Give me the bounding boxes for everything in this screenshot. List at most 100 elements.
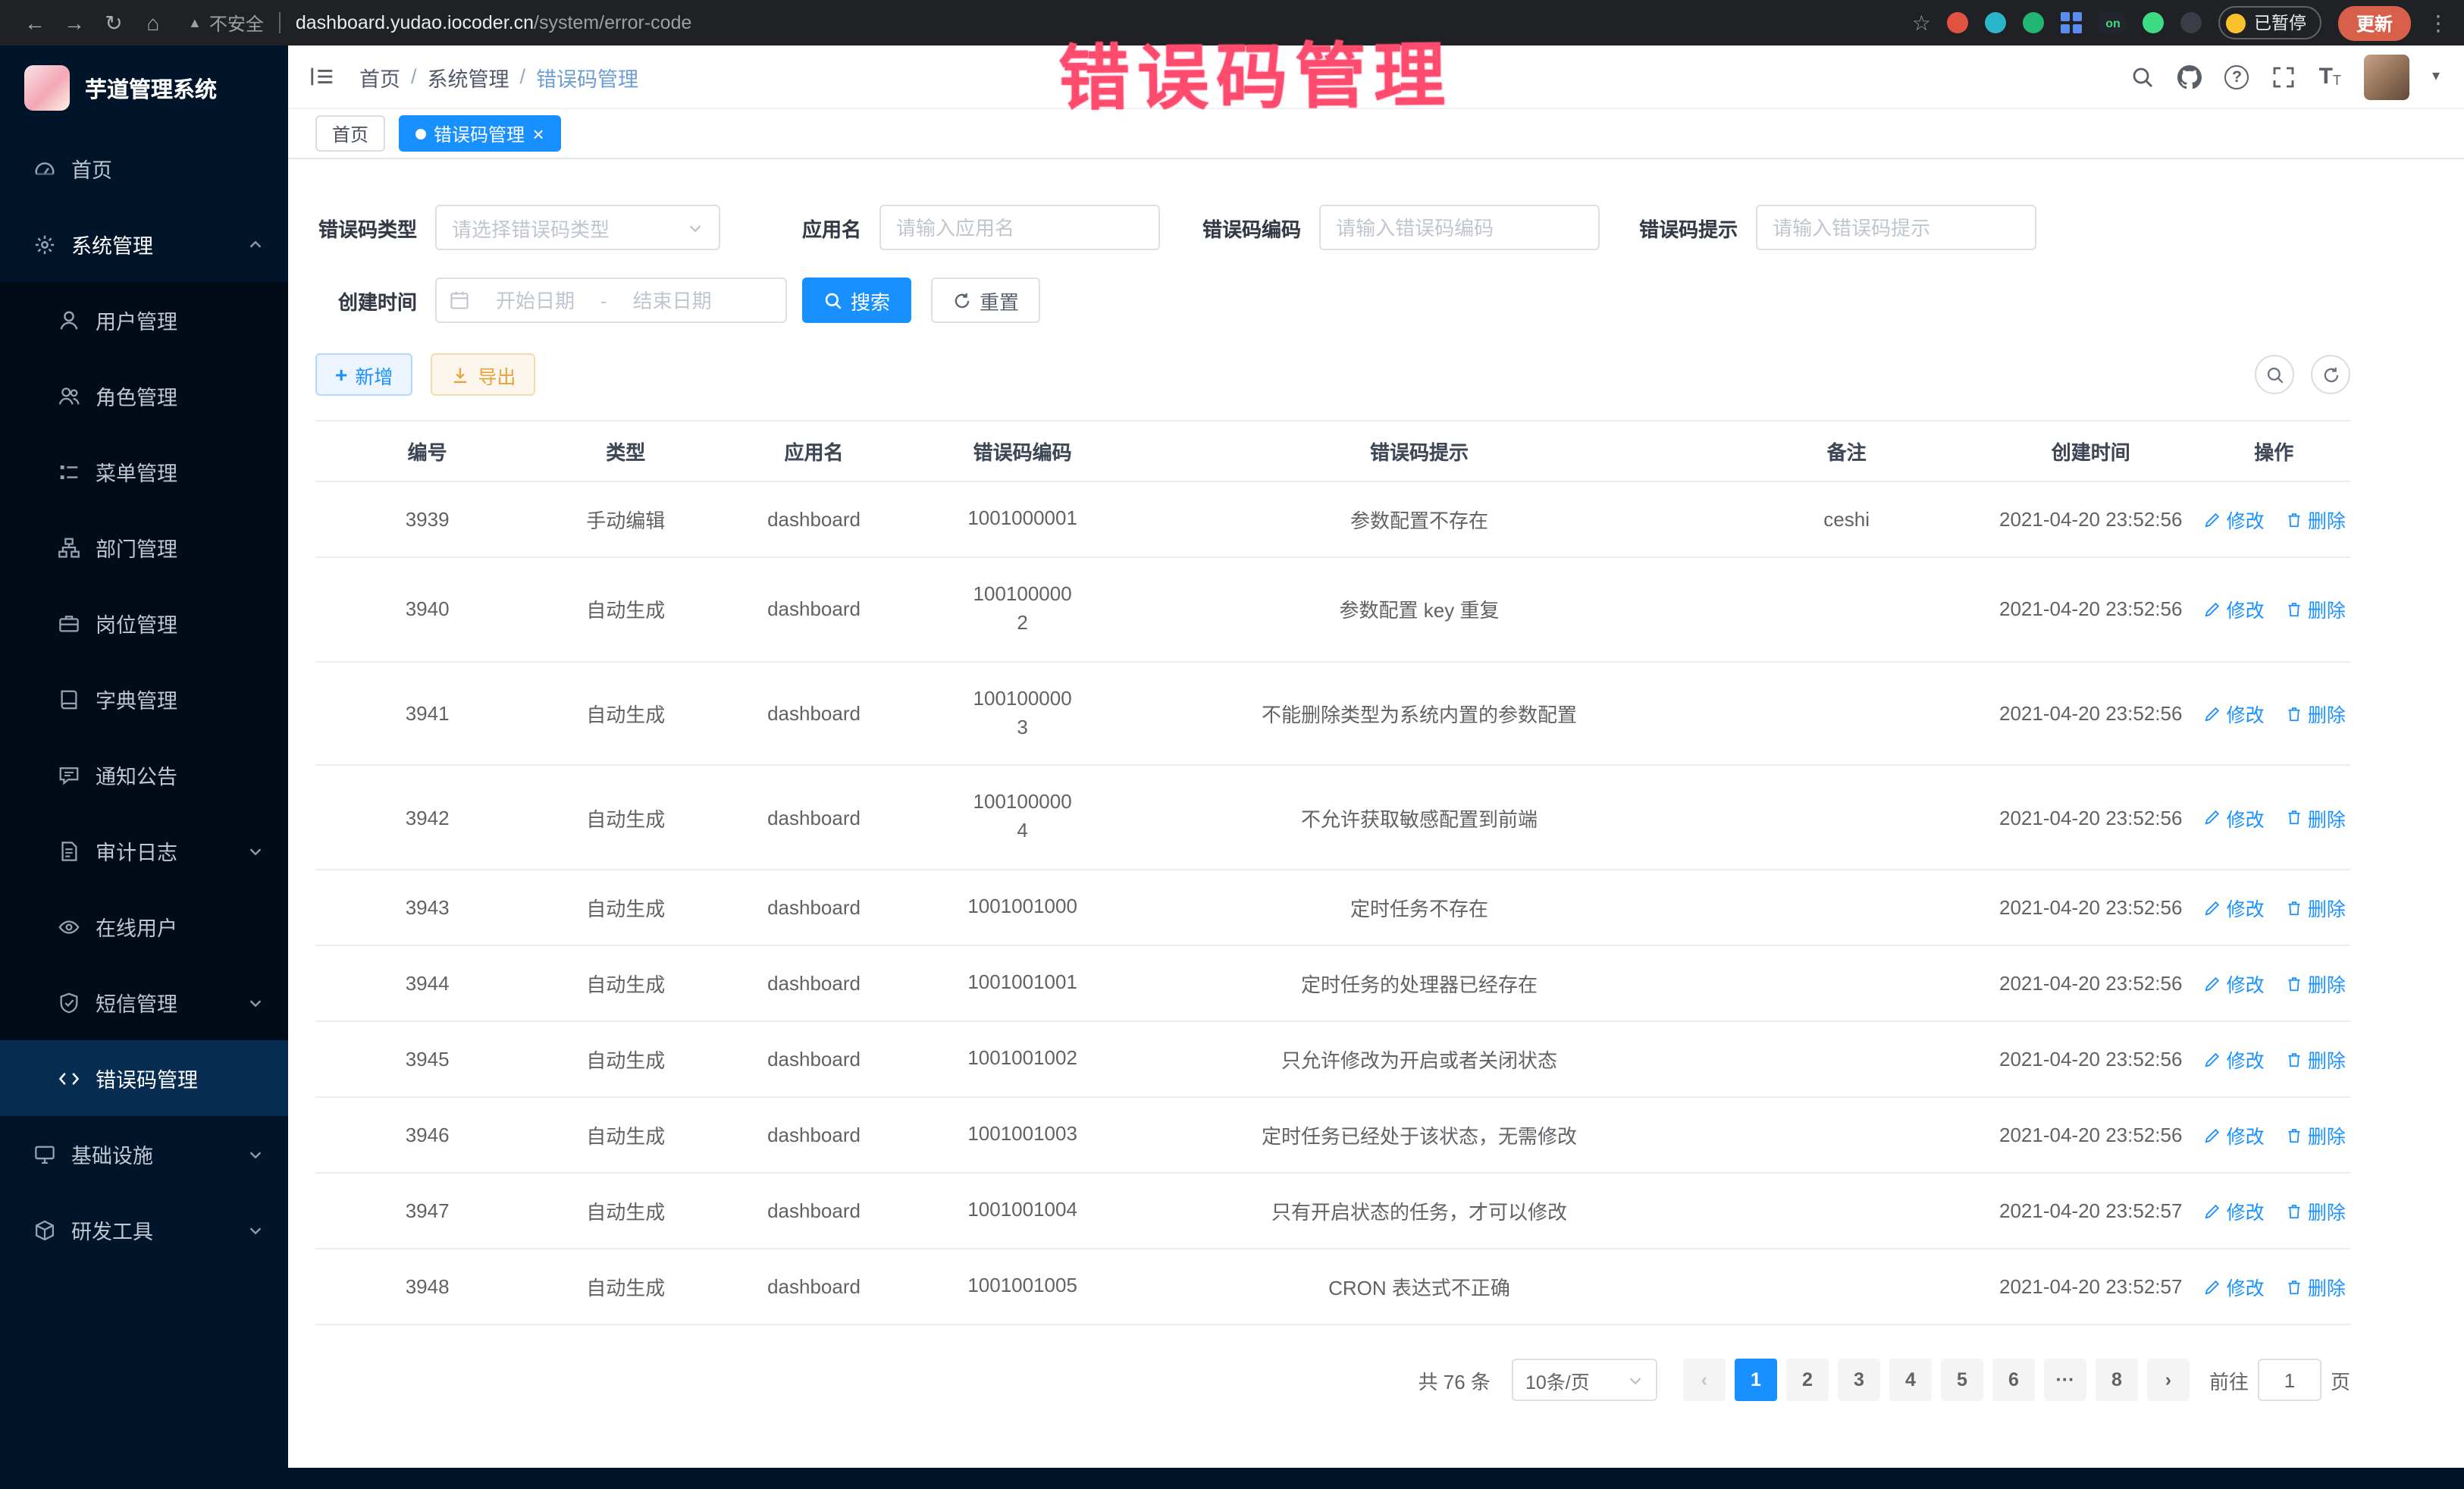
page-button-5[interactable]: 5 (1941, 1359, 1983, 1401)
delete-link[interactable]: 删除 (2285, 969, 2346, 998)
fullscreen-icon[interactable] (2272, 64, 2296, 89)
sidebar-item-notice[interactable]: 通知公告 (0, 737, 288, 813)
delete-link[interactable]: 删除 (2285, 505, 2346, 534)
edit-link[interactable]: 修改 (2204, 505, 2265, 534)
sidebar-item-audit-log[interactable]: 审计日志 (0, 813, 288, 889)
extension-on-icon[interactable]: on (2099, 12, 2127, 33)
sidebar-item-online-users[interactable]: 在线用户 (0, 889, 288, 964)
page-button-6[interactable]: 6 (1992, 1359, 2035, 1401)
time-cell: 2021-04-20 23:52:57 (1984, 1173, 2198, 1249)
extension-grid-icon[interactable] (2061, 12, 2083, 33)
help-icon[interactable]: ? (2225, 64, 2249, 89)
add-button[interactable]: + 新增 (315, 353, 412, 396)
close-tab-icon[interactable]: × (532, 124, 544, 143)
forward-icon[interactable]: → (55, 11, 94, 35)
user-avatar[interactable] (2364, 54, 2409, 99)
edit-link[interactable]: 修改 (2204, 893, 2265, 922)
extension-paw-icon[interactable] (2181, 12, 2202, 33)
edit-link[interactable]: 修改 (2204, 1196, 2265, 1225)
paused-badge[interactable]: 已暂停 (2219, 6, 2321, 39)
extension-green-icon[interactable] (2024, 12, 2045, 33)
date-range-picker[interactable]: - (435, 277, 787, 323)
delete-link[interactable]: 删除 (2285, 699, 2346, 728)
sidebar-item-dict[interactable]: 字典管理 (0, 661, 288, 737)
pencil-icon (2204, 1126, 2222, 1144)
extension-red-icon[interactable] (1948, 12, 1969, 33)
refresh-table-icon[interactable] (2311, 355, 2350, 394)
next-page-icon[interactable]: › (2147, 1359, 2190, 1401)
sidebar-item-label: 研发工具 (71, 1215, 153, 1245)
reset-button[interactable]: 重置 (931, 277, 1040, 323)
tab-home[interactable]: 首页 (315, 115, 385, 152)
error-hint-input[interactable] (1756, 205, 2036, 250)
sidebar-item-users[interactable]: 用户管理 (0, 282, 288, 358)
edit-link[interactable]: 修改 (2204, 595, 2265, 624)
reload-icon[interactable]: ↻ (94, 10, 133, 36)
update-button[interactable]: 更新 (2338, 5, 2411, 40)
edit-link[interactable]: 修改 (2204, 1272, 2265, 1301)
sidebar-item-sms[interactable]: 短信管理 (0, 964, 288, 1040)
tab-error-code[interactable]: 错误码管理 × (399, 115, 560, 152)
start-date-input[interactable] (478, 289, 593, 312)
edit-link[interactable]: 修改 (2204, 1045, 2265, 1074)
id-cell: 3946 (315, 1097, 539, 1173)
home-icon[interactable]: ⌂ (133, 11, 173, 35)
delete-link[interactable]: 删除 (2285, 1121, 2346, 1149)
page-button-4[interactable]: 4 (1889, 1359, 1932, 1401)
github-icon[interactable] (2178, 64, 2202, 89)
app-name-input[interactable] (879, 205, 1160, 250)
search-icon[interactable] (2131, 64, 2155, 89)
browser-menu-icon[interactable]: ⋮ (2428, 10, 2449, 36)
user-menu-caret-icon[interactable]: ▾ (2432, 68, 2440, 85)
font-size-icon[interactable]: TT (2319, 65, 2341, 88)
prev-page-icon[interactable]: ‹ (1683, 1359, 1726, 1401)
column-header: 编号 (315, 421, 539, 481)
page-button-2[interactable]: 2 (1786, 1359, 1829, 1401)
delete-link[interactable]: 删除 (2285, 1045, 2346, 1074)
edit-link[interactable]: 修改 (2204, 699, 2265, 728)
sidebar-item-error-code[interactable]: 错误码管理 (0, 1040, 288, 1116)
page-button-1[interactable]: 1 (1735, 1359, 1777, 1401)
toggle-search-icon[interactable] (2255, 355, 2294, 394)
sidebar-item-infrastructure[interactable]: 基础设施 (0, 1116, 288, 1192)
app-cell: dashboard (712, 1021, 915, 1097)
page-button-8[interactable]: 8 (2096, 1359, 2138, 1401)
breadcrumb-item-home[interactable]: 首页 (359, 61, 400, 92)
chevron-up-icon (247, 236, 264, 252)
error-code-input[interactable] (1319, 205, 1600, 250)
breadcrumb-item-system[interactable]: 系统管理 (428, 61, 509, 92)
bookmark-star-icon[interactable]: ☆ (1912, 10, 1931, 36)
sidebar-item-posts[interactable]: 岗位管理 (0, 585, 288, 661)
sidebar-item-home[interactable]: 首页 (0, 130, 288, 206)
delete-link[interactable]: 删除 (2285, 595, 2346, 624)
delete-link[interactable]: 删除 (2285, 1272, 2346, 1301)
sidebar-item-dev-tools[interactable]: 研发工具 (0, 1192, 288, 1268)
edit-link[interactable]: 修改 (2204, 969, 2265, 998)
sidebar-item-system[interactable]: 系统管理 (0, 206, 288, 282)
search-button[interactable]: 搜索 (802, 277, 911, 323)
edit-link[interactable]: 修改 (2204, 1121, 2265, 1149)
sidebar-item-roles[interactable]: 角色管理 (0, 358, 288, 434)
sidebar-item-departments[interactable]: 部门管理 (0, 509, 288, 585)
sidebar-collapse-icon[interactable] (309, 64, 335, 89)
page-size-select[interactable]: 10条/页 (1512, 1359, 1657, 1401)
end-date-input[interactable] (615, 289, 730, 312)
type-cell: 自动生成 (539, 1021, 712, 1097)
more-pages-icon[interactable]: ··· (2044, 1359, 2086, 1401)
export-button[interactable]: 导出 (431, 353, 535, 396)
extension-leaf-icon[interactable] (2143, 12, 2165, 33)
delete-link[interactable]: 删除 (2285, 1196, 2346, 1225)
page-button-3[interactable]: 3 (1838, 1359, 1880, 1401)
edit-link[interactable]: 修改 (2204, 803, 2265, 832)
address-bar[interactable]: dashboard.yudao.iocoder.cn/system/error-… (296, 12, 692, 33)
delete-link[interactable]: 删除 (2285, 893, 2346, 922)
error-type-select[interactable]: 请选择错误码类型 (435, 205, 720, 250)
font-large-glyph: T (2319, 65, 2333, 88)
sidebar-item-menus[interactable]: 菜单管理 (0, 434, 288, 509)
security-chip[interactable]: ▲ 不安全 (188, 10, 264, 36)
delete-link[interactable]: 删除 (2285, 803, 2346, 832)
back-icon[interactable]: ← (15, 11, 55, 35)
app-cell: dashboard (712, 766, 915, 870)
extension-teal-icon[interactable] (1986, 12, 2007, 33)
goto-page-input[interactable] (2258, 1359, 2321, 1401)
